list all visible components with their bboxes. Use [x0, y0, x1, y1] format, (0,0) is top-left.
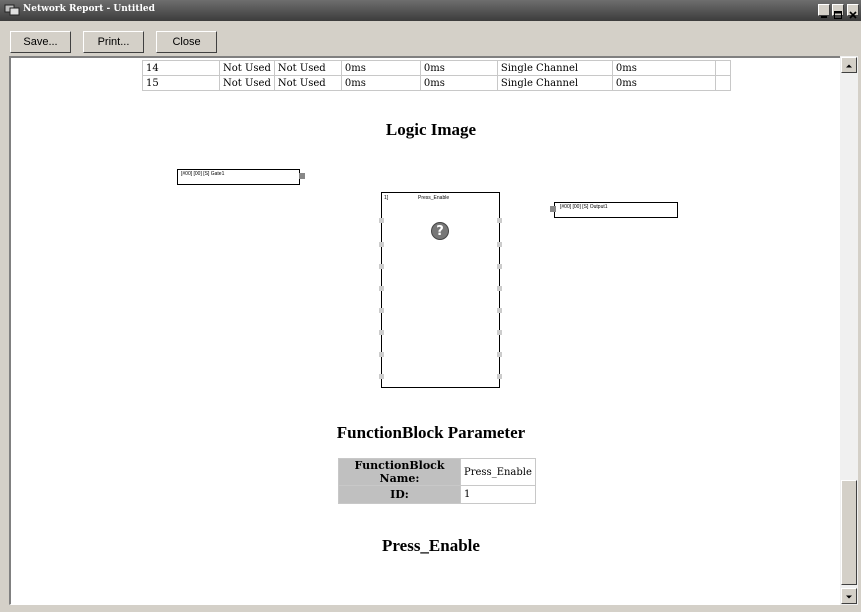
function-block-index: 1] [384, 195, 389, 201]
input-port [379, 352, 384, 357]
minimize-icon [821, 16, 827, 18]
table-cell: 15 [142, 75, 220, 91]
input-port [379, 330, 384, 335]
table-cell: 0ms [611, 75, 716, 91]
input-port [379, 218, 384, 223]
table-cell: Not Used [273, 60, 342, 76]
table-cell: Single Channel [496, 75, 613, 91]
table-cell: 0ms [419, 75, 498, 91]
report-viewer[interactable]: 14 Not Used Not Used 0ms 0ms Single Chan… [9, 56, 840, 605]
input-port [379, 374, 384, 379]
function-block-parameter-table: FunctionBlock Name: Press_Enable ID: 1 [338, 458, 536, 504]
parameter-label: ID: [338, 485, 461, 504]
table-cell: 14 [142, 60, 220, 76]
table-row: 14 Not Used Not Used 0ms 0ms Single Chan… [142, 60, 731, 76]
output-port [497, 330, 502, 335]
scroll-down-arrow-icon [846, 595, 852, 599]
window-title: Network Report - Untitled [23, 4, 155, 14]
close-icon [849, 11, 857, 19]
output-block-label: [#00] [00] [S] Output1 [560, 204, 608, 210]
output-port [497, 218, 502, 223]
table-cell: 0ms [611, 60, 716, 76]
table-cell: Single Channel [496, 60, 613, 76]
toolbar: Save... Print... Close [0, 21, 861, 55]
function-block-parameter-heading: FunctionBlock Parameter [336, 423, 526, 442]
network-report-app-icon [4, 4, 20, 16]
scroll-up-button[interactable] [841, 57, 857, 73]
output-port [497, 286, 502, 291]
table-row: 15 Not Used Not Used 0ms 0ms Single Chan… [142, 75, 731, 91]
table-cell [714, 75, 731, 91]
table-cell: Not Used [219, 75, 275, 91]
parameter-value: Press_Enable [460, 458, 536, 486]
table-cell: 0ms [340, 75, 421, 91]
table-cell: Not Used [273, 75, 342, 91]
maximize-icon [834, 11, 842, 19]
save-button[interactable]: Save... [10, 31, 71, 53]
input-block: [#00] [00] [S] Gate1 [177, 169, 300, 185]
section-footer-heading: Press_Enable [382, 536, 480, 555]
output-port [497, 308, 502, 313]
question-mark-icon: ? [431, 222, 449, 240]
input-port [379, 242, 384, 247]
table-cell: 0ms [340, 60, 421, 76]
close-button[interactable]: Close [156, 31, 217, 53]
output-port [497, 352, 502, 357]
output-port [497, 264, 502, 269]
vertical-scrollbar[interactable] [840, 56, 858, 605]
logic-image-heading: Logic Image [385, 120, 477, 139]
minimize-button[interactable] [818, 4, 830, 18]
table-row: ID: 1 [338, 485, 536, 504]
print-button[interactable]: Print... [83, 31, 144, 53]
table-cell: 0ms [419, 60, 498, 76]
input-block-port [299, 173, 305, 179]
output-port [497, 242, 502, 247]
table-cell: Not Used [219, 60, 275, 76]
function-block: 1] Press_Enable ? [381, 192, 500, 388]
window-bottom-border [0, 605, 861, 612]
scroll-thumb[interactable] [841, 480, 857, 585]
input-port [379, 286, 384, 291]
maximize-button[interactable] [832, 4, 844, 19]
scroll-down-button[interactable] [841, 588, 857, 604]
close-window-button[interactable] [847, 4, 859, 19]
output-block-port [550, 206, 556, 212]
parameter-label: FunctionBlock Name: [338, 458, 461, 486]
output-port [497, 374, 502, 379]
input-port [379, 264, 384, 269]
output-block: [#00] [00] [S] Output1 [554, 202, 678, 218]
channel-table: 14 Not Used Not Used 0ms 0ms Single Chan… [142, 60, 731, 91]
input-port [379, 308, 384, 313]
scroll-up-arrow-icon [846, 64, 852, 68]
window-titlebar: Network Report - Untitled [0, 0, 861, 21]
table-row: FunctionBlock Name: Press_Enable [338, 458, 536, 486]
parameter-value: 1 [460, 485, 536, 504]
function-block-name: Press_Enable [418, 195, 450, 201]
table-cell [714, 60, 731, 76]
input-block-label: [#00] [00] [S] Gate1 [181, 171, 225, 177]
